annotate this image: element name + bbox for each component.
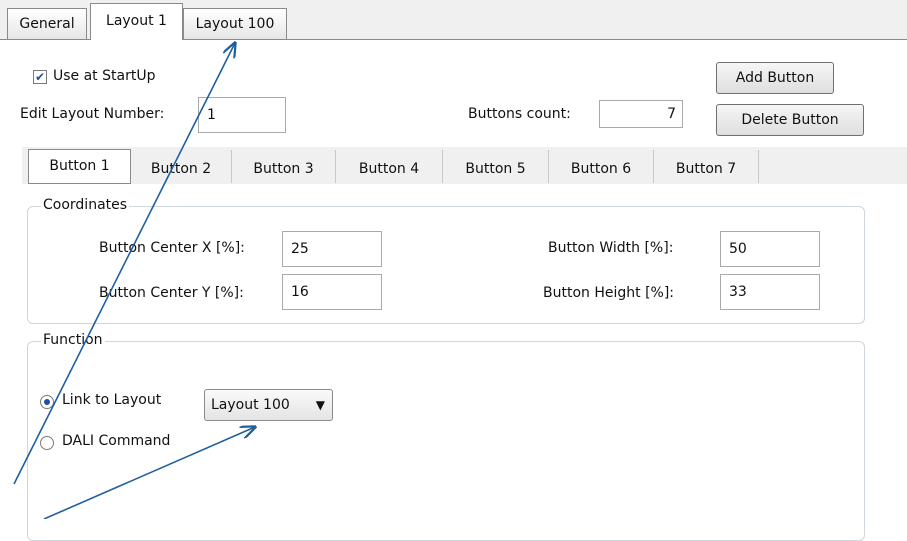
tab-button-6[interactable]: Button 6: [549, 149, 653, 184]
tab-button-4[interactable]: Button 4: [336, 149, 442, 184]
function-title: Function: [41, 332, 105, 348]
tab-button-2[interactable]: Button 2: [131, 149, 231, 184]
tab-button-1[interactable]: Button 1: [28, 149, 131, 184]
dali-command-label: DALI Command: [62, 433, 171, 449]
width-label: Button Width [%]:: [548, 240, 674, 256]
tab-separator: [758, 150, 759, 183]
check-icon: ✔: [34, 70, 46, 84]
use-at-startup-label: Use at StartUp: [53, 68, 156, 84]
link-to-layout-radio[interactable]: [40, 395, 54, 409]
edit-layout-number-field[interactable]: 1: [198, 97, 286, 133]
layout-select[interactable]: Layout 100 ▼: [204, 389, 333, 421]
height-label: Button Height [%]:: [543, 285, 675, 301]
use-at-startup-checkbox[interactable]: ✔: [33, 70, 47, 84]
buttons-count-label: Buttons count:: [468, 106, 571, 122]
buttons-count-field: 7: [599, 100, 683, 128]
center-x-label: Button Center X [%]:: [99, 240, 245, 256]
dali-command-radio[interactable]: [40, 436, 54, 450]
link-to-layout-label: Link to Layout: [62, 392, 162, 408]
center-y-field[interactable]: 16: [282, 274, 382, 310]
layout-select-value: Layout 100: [211, 397, 290, 413]
center-y-label: Button Center Y [%]:: [99, 285, 244, 301]
tab-layout-100[interactable]: Layout 100: [183, 8, 287, 39]
tab-layout-1[interactable]: Layout 1: [90, 3, 183, 40]
center-x-field[interactable]: 25: [282, 231, 382, 267]
coordinates-title: Coordinates: [41, 197, 130, 213]
chevron-down-icon: ▼: [315, 398, 325, 412]
tab-button-3[interactable]: Button 3: [232, 149, 335, 184]
height-field[interactable]: 33: [720, 274, 820, 310]
tab-button-5[interactable]: Button 5: [443, 149, 548, 184]
tab-general[interactable]: General: [7, 8, 87, 39]
edit-layout-number-label: Edit Layout Number:: [20, 106, 165, 122]
add-button[interactable]: Add Button: [716, 62, 834, 94]
delete-button[interactable]: Delete Button: [716, 104, 864, 136]
tab-button-7[interactable]: Button 7: [654, 149, 758, 184]
width-field[interactable]: 50: [720, 231, 820, 267]
